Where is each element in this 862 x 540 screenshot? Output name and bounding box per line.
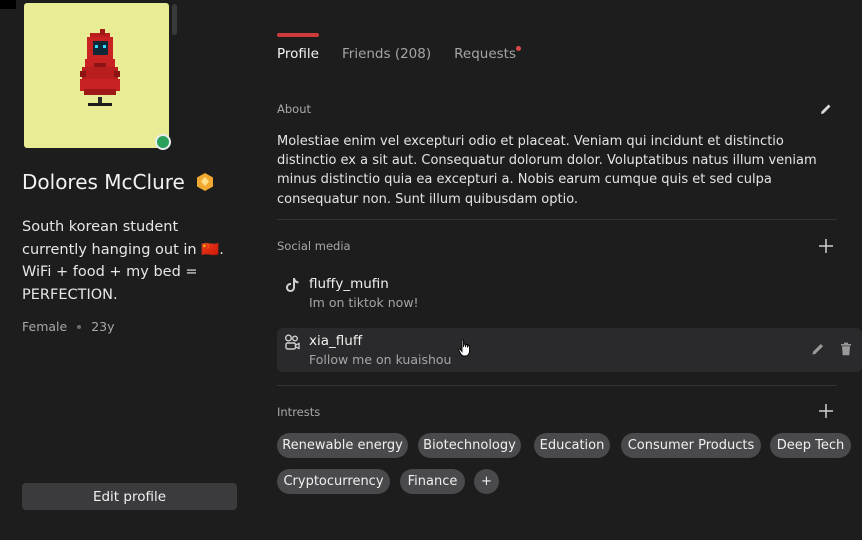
tab-requests-label: Requests <box>454 46 517 62</box>
pencil-icon <box>821 104 831 114</box>
verified-badge-icon <box>196 173 213 191</box>
separator-dot <box>77 324 82 329</box>
interest-chip[interactable]: Education <box>534 433 610 458</box>
scrollbar-thumb[interactable] <box>172 4 177 35</box>
profile-meta: Female 23y <box>22 319 115 334</box>
divider <box>277 219 837 220</box>
avatar-pixel-character <box>80 29 120 106</box>
add-social-button[interactable] <box>818 238 834 254</box>
avatar <box>24 3 169 148</box>
add-interest-chip[interactable]: + <box>474 469 499 494</box>
social-username: fluffy_mufin <box>309 276 389 292</box>
edit-profile-button[interactable]: Edit profile <box>22 483 237 510</box>
tab-requests[interactable]: Requests <box>454 46 522 62</box>
profile-gender: Female <box>22 319 68 334</box>
profile-tabs: Profile Friends (208) Requests <box>277 33 522 62</box>
profile-name: Dolores McClure <box>22 170 185 194</box>
tab-profile[interactable]: Profile <box>277 33 319 62</box>
pencil-icon[interactable] <box>811 342 825 356</box>
social-username: xia_fluff <box>309 333 363 349</box>
social-media-title: Social media <box>277 239 351 253</box>
add-interest-button[interactable] <box>818 403 834 419</box>
trash-icon[interactable] <box>839 342 853 356</box>
hand-cursor-icon <box>458 339 470 357</box>
about-text: Molestiae enim vel excepturi odio et pla… <box>277 134 817 207</box>
interest-chip[interactable]: Deep Tech <box>770 433 851 458</box>
about-title: About <box>277 102 312 116</box>
interest-chip[interactable]: Biotechnology <box>418 433 521 458</box>
window-corner <box>0 0 16 9</box>
social-description: Im on tiktok now! <box>309 295 419 310</box>
online-status-indicator <box>155 134 171 150</box>
social-item[interactable]: xia_fluff Follow me on kuaishou <box>277 328 862 372</box>
social-item[interactable]: fluffy_mufin Im on tiktok now! <box>277 271 862 315</box>
kuaishou-icon <box>285 334 300 350</box>
profile-age: 23y <box>91 319 115 334</box>
interest-chip[interactable]: Cryptocurrency <box>277 469 390 494</box>
tab-friends[interactable]: Friends (208) <box>342 46 431 62</box>
social-description: Follow me on kuaishou <box>309 352 452 367</box>
profile-bio: South korean student currently hanging o… <box>22 219 224 303</box>
notification-dot <box>516 46 522 51</box>
interests-title: Intrests <box>277 405 321 419</box>
edit-about-button[interactable] <box>818 101 834 117</box>
plus-icon <box>819 404 833 418</box>
plus-icon <box>819 239 833 253</box>
interest-chip[interactable]: Renewable energy <box>277 433 408 458</box>
interest-chip[interactable]: Finance <box>400 469 465 494</box>
tiktok-icon <box>286 278 299 292</box>
interest-chip[interactable]: Consumer Products <box>621 433 761 458</box>
divider <box>277 385 837 386</box>
